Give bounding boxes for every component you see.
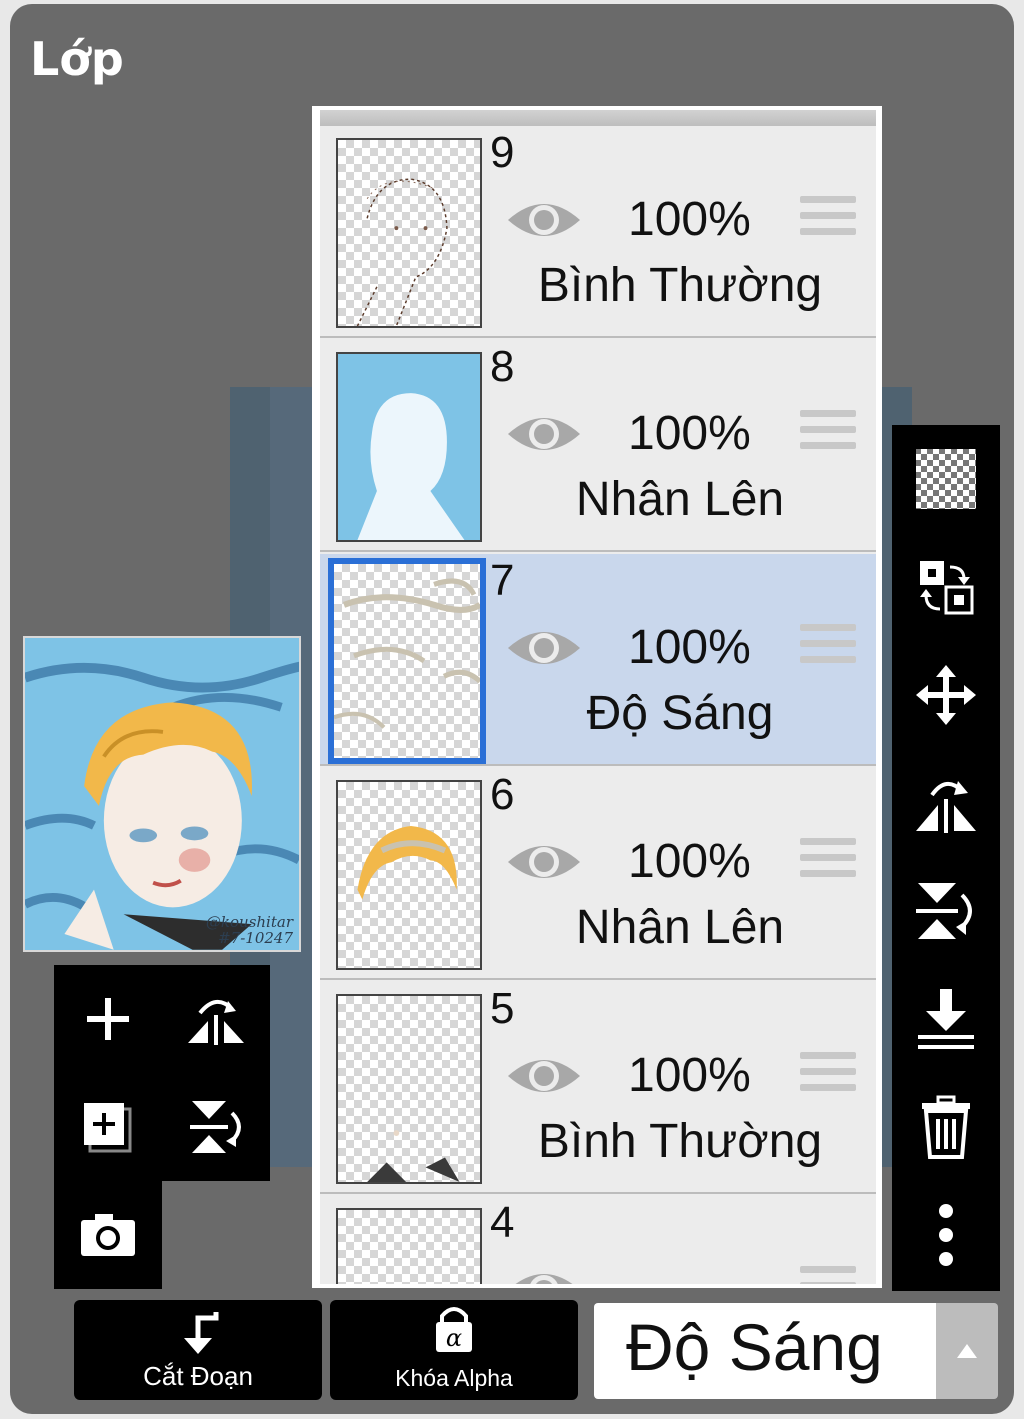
drag-handle-icon[interactable]	[800, 1052, 856, 1098]
visibility-eye-icon[interactable]	[506, 1266, 582, 1288]
flip-vertical-button[interactable]	[892, 857, 1000, 965]
layer-opacity[interactable]: 100%	[628, 834, 751, 889]
more-options-button[interactable]	[892, 1181, 1000, 1289]
add-copy-layer-button[interactable]	[54, 1073, 162, 1181]
drag-handle-icon[interactable]	[800, 196, 856, 242]
layer-blend-mode: Bình Thường	[537, 259, 823, 312]
blend-mode-dropdown-button[interactable]	[936, 1303, 998, 1399]
layer-number: 9	[490, 128, 515, 177]
layer-blend-mode: Nhân Lên	[575, 901, 785, 954]
trash-icon	[922, 1095, 970, 1159]
lock-icon: α	[436, 1307, 472, 1352]
layer-thumbnail[interactable]	[336, 994, 482, 1184]
layer-list[interactable]: 9 100% Bình Thường 8 100% Nhân Lên 7 100…	[312, 106, 882, 1288]
camera-button[interactable]	[54, 1181, 162, 1289]
layer-number: 7	[490, 556, 515, 605]
preview-artwork	[25, 638, 299, 950]
drag-handle-icon[interactable]	[800, 410, 856, 456]
list-top-edge	[320, 110, 876, 126]
clip-label: Cắt Đoạn	[143, 1361, 253, 1391]
layer-thumbnail-art	[334, 578, 480, 729]
flip-vertical-icon	[916, 883, 972, 939]
alpha-lock-button[interactable]: α Khóa Alpha	[330, 1300, 578, 1400]
delete-layer-button[interactable]	[892, 1073, 1000, 1181]
layer-opacity[interactable]: 100%	[628, 406, 751, 461]
add-copy-layer-icon	[84, 1103, 132, 1153]
layer-thumbnail-art	[367, 1130, 460, 1182]
layer-thumbnail-art	[357, 826, 457, 900]
merge-down-icon	[918, 989, 974, 1049]
merge-down-button[interactable]	[892, 965, 1000, 1073]
panel-title: Lớp	[30, 32, 124, 86]
drag-handle-icon[interactable]	[800, 838, 856, 884]
layer-opacity[interactable]: 100%	[628, 1048, 751, 1103]
swap-layer-button[interactable]	[892, 533, 1000, 641]
alpha-lock-label: Khóa Alpha	[395, 1365, 513, 1391]
visibility-eye-icon[interactable]	[506, 1052, 582, 1100]
left-toolbar	[54, 965, 270, 1181]
flip-horizontal-icon	[916, 781, 976, 833]
layer-blend-mode: Bình Thường	[537, 1115, 823, 1168]
flip-vertical-icon	[190, 1101, 241, 1153]
visibility-eye-icon[interactable]	[506, 624, 582, 672]
layer-thumbnail[interactable]	[336, 138, 482, 328]
canvas-preview[interactable]: @koushitar #7-10247	[23, 636, 301, 952]
layer-thumbnail-art	[338, 354, 480, 540]
clip-button[interactable]: Cắt Đoạn	[74, 1300, 322, 1400]
drag-handle-icon[interactable]	[800, 1266, 856, 1284]
right-toolbar	[892, 425, 1000, 1291]
swap-layer-icon	[920, 561, 974, 615]
flip-horizontal-icon	[188, 1000, 244, 1045]
layer-row[interactable]: 5 100% Bình Thường	[320, 982, 876, 1194]
left-toolbar-bottom	[54, 1181, 162, 1289]
signature-line-1: @koushitar	[205, 913, 293, 931]
flip-layer-horizontal-button[interactable]	[162, 965, 270, 1073]
visibility-eye-icon[interactable]	[506, 838, 582, 886]
layer-thumbnail[interactable]	[336, 780, 482, 970]
layer-opacity[interactable]: 100%	[628, 620, 751, 675]
clip-arrow-icon	[184, 1312, 219, 1354]
layers-panel: Lớp @koushitar #7-10247 9 100% Bình Thườ…	[10, 4, 1014, 1414]
more-icon	[939, 1204, 953, 1266]
layer-number: 8	[490, 342, 515, 391]
signature-line-2: #7-10247	[218, 929, 293, 947]
layer-thumbnail[interactable]	[336, 352, 482, 542]
layer-number: 5	[490, 984, 515, 1033]
layer-row[interactable]: 6 100% Nhân Lên	[320, 768, 876, 980]
layer-row[interactable]: 9 100% Bình Thường	[320, 126, 876, 338]
triangle-up-icon	[957, 1344, 977, 1358]
layer-row[interactable]: 4	[320, 1196, 876, 1288]
flip-layer-vertical-button[interactable]	[162, 1073, 270, 1181]
add-layer-icon	[87, 998, 129, 1040]
layer-thumbnail-art	[356, 178, 448, 326]
add-layer-button[interactable]	[54, 965, 162, 1073]
transparency-button[interactable]	[892, 425, 1000, 533]
layer-opacity[interactable]: 100%	[628, 192, 751, 247]
layer-thumbnail[interactable]	[328, 558, 486, 764]
visibility-eye-icon[interactable]	[506, 410, 582, 458]
layer-number: 4	[490, 1198, 515, 1247]
preview-signature: @koushitar #7-10247	[206, 914, 293, 946]
layer-number: 6	[490, 770, 515, 819]
svg-text:α: α	[446, 1324, 462, 1352]
transparency-icon	[916, 449, 976, 509]
drag-handle-icon[interactable]	[800, 624, 856, 670]
camera-icon	[81, 1214, 135, 1256]
move-icon	[916, 665, 976, 725]
blend-mode-value: Độ Sáng	[626, 1310, 883, 1384]
layer-thumbnail-art	[338, 1210, 480, 1288]
blend-mode-select[interactable]: Độ Sáng	[594, 1303, 936, 1399]
layer-row[interactable]: 7 100% Độ Sáng	[320, 554, 876, 766]
flip-horizontal-button[interactable]	[892, 749, 1000, 857]
visibility-eye-icon[interactable]	[506, 196, 582, 244]
layer-thumbnail[interactable]	[336, 1208, 482, 1288]
layer-blend-mode: Nhân Lên	[575, 473, 785, 526]
move-button[interactable]	[892, 641, 1000, 749]
layer-blend-mode: Độ Sáng	[586, 687, 774, 740]
layer-row[interactable]: 8 100% Nhân Lên	[320, 340, 876, 552]
